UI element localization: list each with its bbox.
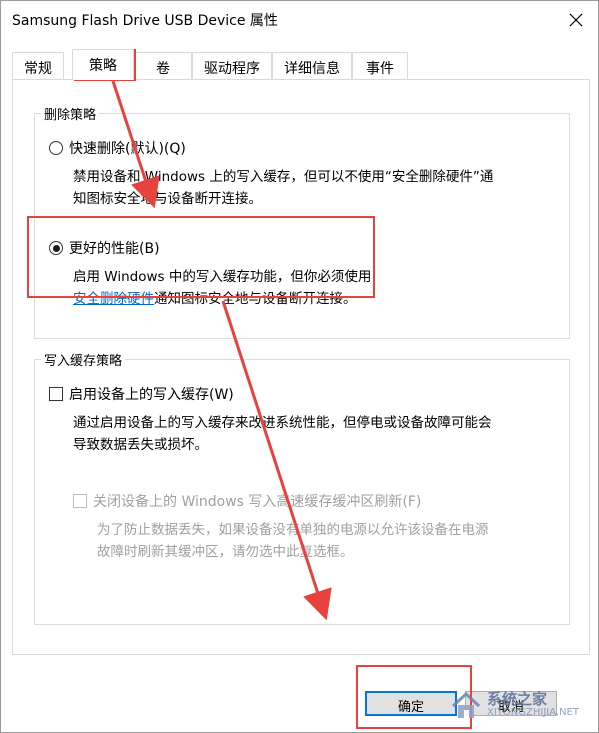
disable-flush-description: 为了防止数据丢失，如果设备没有单独的电源以允许该设备在电源 故障时刷新其缓冲区，… xyxy=(97,522,489,560)
quick-removal-radio[interactable] xyxy=(49,141,63,155)
better-performance-option[interactable]: 更好的性能(B) xyxy=(49,238,160,258)
removal-policy-group: 删除策略 快速删除(默认)(Q) 禁用设备和 Windows 上的写入缓存，但可… xyxy=(34,104,570,339)
tab-policies[interactable]: 策略 xyxy=(72,49,134,80)
disable-flush-option[interactable]: 关闭设备上的 Windows 写入高速缓存缓冲区刷新(F) xyxy=(73,491,421,511)
tab-general[interactable]: 常规 xyxy=(12,52,64,79)
close-icon xyxy=(569,13,583,27)
tab-events[interactable]: 事件 xyxy=(352,52,408,79)
better-performance-description: 启用 Windows 中的写入缓存功能，但你必须使用 安全删除硬件通知图标安全地… xyxy=(73,269,372,307)
close-button[interactable] xyxy=(562,6,590,34)
better-performance-radio[interactable] xyxy=(49,241,63,255)
enable-write-cache-option[interactable]: 启用设备上的写入缓存(W) xyxy=(49,384,234,404)
removal-policy-title: 删除策略 xyxy=(41,104,100,123)
enable-write-cache-checkbox[interactable] xyxy=(49,387,63,401)
tab-strip: 常规 策略 卷 驱动程序 详细信息 事件 xyxy=(12,49,592,80)
tab-volumes[interactable]: 卷 xyxy=(134,52,192,79)
safely-remove-hardware-link[interactable]: 安全删除硬件 xyxy=(73,291,154,307)
title-bar: Samsung Flash Drive USB Device 属性 xyxy=(1,1,598,39)
enable-write-cache-label: 启用设备上的写入缓存(W) xyxy=(69,387,234,403)
quick-removal-label: 快速删除(默认)(Q) xyxy=(69,141,186,157)
window-title: Samsung Flash Drive USB Device 属性 xyxy=(12,13,278,29)
quick-removal-option[interactable]: 快速删除(默认)(Q) xyxy=(49,138,186,158)
write-cache-policy-group: 写入缓存策略 启用设备上的写入缓存(W) 通过启用设备上的写入缓存来改进系统性能… xyxy=(34,350,570,625)
tab-details[interactable]: 详细信息 xyxy=(272,52,352,79)
disable-flush-checkbox[interactable] xyxy=(73,494,87,508)
tab-driver[interactable]: 驱动程序 xyxy=(192,52,272,79)
properties-dialog: Samsung Flash Drive USB Device 属性 常规 策略 … xyxy=(0,0,599,733)
watermark-name: 系统之家 xyxy=(487,690,548,708)
enable-write-cache-description: 通过启用设备上的写入缓存来改进系统性能，但停电或设备故障可能会 导致数据丢失或损… xyxy=(73,415,492,453)
ok-button[interactable]: 确定 xyxy=(365,691,457,716)
write-cache-policy-title: 写入缓存策略 xyxy=(41,350,126,369)
watermark: 系统之家 XITONGZHIJIA.NET xyxy=(449,681,597,731)
better-performance-label: 更好的性能(B) xyxy=(69,241,160,257)
quick-removal-description: 禁用设备和 Windows 上的写入缓存，但可以不使用“安全删除硬件”通 知图标… xyxy=(73,169,494,207)
watermark-domain: XITONGZHIJIA.NET xyxy=(487,707,579,718)
house-logo-icon xyxy=(451,691,481,718)
tab-panel-policies: 删除策略 快速删除(默认)(Q) 禁用设备和 Windows 上的写入缓存，但可… xyxy=(12,79,590,655)
disable-flush-label: 关闭设备上的 Windows 写入高速缓存缓冲区刷新(F) xyxy=(93,494,422,510)
